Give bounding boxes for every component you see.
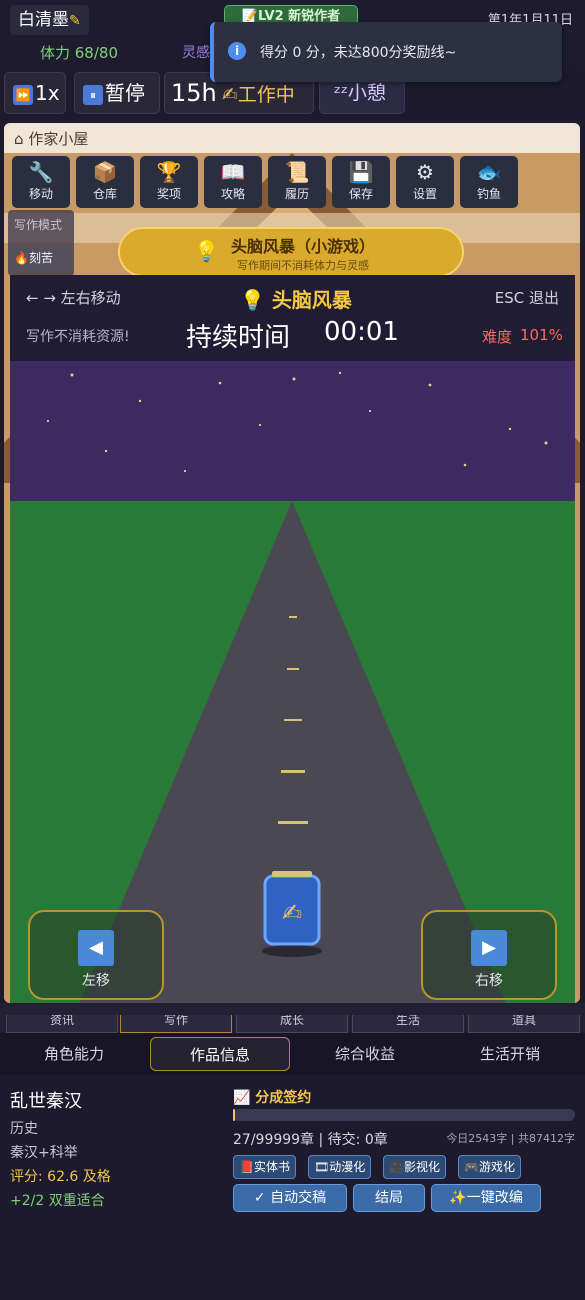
duration-value: 00:01 (324, 317, 399, 347)
difficulty-value: 101% (520, 326, 563, 344)
tool-fishing-button[interactable]: 🐟 钓鱼 (460, 156, 518, 208)
novel-score: 评分: 62.6 及格 (10, 1169, 111, 1185)
adapt-print-button[interactable]: 📕实体书 (233, 1155, 296, 1179)
house-title: ⌂ 作家小屋 (14, 130, 89, 148)
work-info-panel: 乱世秦汉 历史 秦汉+科举 评分: 62.6 及格 +2/2 双重适合 📈 分成… (0, 1075, 585, 1300)
trophy-icon: 🏆 (156, 160, 182, 184)
box-icon: 📦 (92, 160, 118, 184)
floppy-icon: 💾 (348, 160, 374, 184)
tool-label: 履历 (284, 187, 309, 201)
chapter-progress-fill (233, 1109, 236, 1121)
adapt-game-button[interactable]: 🎮游戏化 (458, 1155, 521, 1179)
player-name-text: 白清墨 (18, 10, 69, 30)
speed-button[interactable]: ⏩ 1x (4, 72, 66, 114)
tab-life[interactable]: 生活 (352, 1015, 464, 1033)
contract-type: 📈 分成签约 (233, 1090, 312, 1106)
tool-label: 奖项 (156, 187, 181, 201)
player-character: ✍ (263, 871, 321, 946)
minigame-title: 💡 头脑风暴 (240, 288, 352, 312)
pencil-icon[interactable]: ✎ (69, 13, 81, 29)
tool-label: 移动 (28, 187, 53, 201)
writing-mode-label: 写作模式 (14, 218, 63, 232)
tool-label: 仓库 (92, 187, 117, 201)
novel-genre: 历史 (10, 1121, 38, 1137)
chapter-count: 27/99999章 | 待交: 0章 (233, 1132, 388, 1148)
pause-icon: ⏸ (83, 84, 103, 105)
tool-label: 保存 (348, 187, 373, 201)
tool-guide-button[interactable]: 📖 攻略 (204, 156, 262, 208)
tool-label: 钓鱼 (476, 187, 501, 201)
novel-title: 乱世秦汉 (10, 1091, 82, 1112)
tab-items[interactable]: 道具 (468, 1015, 580, 1033)
tool-label: 设置 (412, 187, 437, 201)
writing-mode-box: 写作模式 🔥刻苦 (8, 210, 74, 276)
move-hint: ← → 左右移动 (26, 289, 121, 307)
tab-growth[interactable]: 成长 (236, 1015, 348, 1033)
exit-button[interactable]: ESC 退出 (495, 287, 559, 308)
fish-icon: 🐟 (476, 160, 502, 184)
tab-writing[interactable]: 写作 (120, 1015, 232, 1033)
speed-label: 1x (35, 81, 60, 105)
brainstorm-banner[interactable]: 💡 头脑风暴（小游戏） 写作期间不消耗体力与灵感 (118, 227, 464, 277)
sub-tabs: 角色能力 作品信息 综合收益 生活开销 (0, 1033, 585, 1075)
gear-icon: ⚙ (416, 160, 434, 184)
tool-resume-button[interactable]: 📜 履历 (268, 156, 326, 208)
tool-save-button[interactable]: 💾 保存 (332, 156, 390, 208)
novel-fit: +2/2 双重适合 (10, 1193, 105, 1209)
auto-submit-button[interactable]: ✓ 自动交稿 (233, 1184, 347, 1212)
tab-income[interactable]: 综合收益 (295, 1037, 435, 1071)
chapter-progress-bar (233, 1109, 575, 1121)
novel-tags: 秦汉+科举 (10, 1145, 78, 1161)
tab-expenses[interactable]: 生活开销 (440, 1037, 580, 1071)
info-icon: i (228, 42, 246, 60)
player-name[interactable]: 白清墨✎ (10, 5, 89, 35)
hours-remaining: 15h (171, 79, 217, 107)
scroll-icon: 📜 (284, 160, 310, 184)
move-left-label: 左移 (82, 973, 110, 989)
pause-button[interactable]: ⏸ 暂停 (74, 72, 160, 114)
house-title-bar: ⌂ 作家小屋 (4, 123, 580, 153)
book-icon: 📖 (220, 160, 246, 184)
no-cost-note: 写作不消耗资源! (26, 329, 130, 345)
tab-news[interactable]: 资讯 (6, 1015, 118, 1033)
brainstorm-subtitle: 写作期间不消耗体力与灵感 (237, 259, 369, 272)
score-toast: i 得分 0 分，未达800分奖励线~ (210, 22, 562, 82)
tool-warehouse-button[interactable]: 📦 仓库 (76, 156, 134, 208)
tool-label: 攻略 (220, 187, 245, 201)
minigame-header: ← → 左右移动 💡 头脑风暴 ESC 退出 写作不消耗资源! 持续时间 00:… (10, 275, 575, 361)
brainstorm-title: 头脑风暴（小游戏） (230, 237, 375, 256)
main-tabs: 资讯 写作 成长 生活 道具 (0, 1003, 585, 1033)
stamina-stat: 体力 68/80 (40, 44, 118, 62)
wrench-icon: 🔧 (28, 160, 54, 184)
left-arrow-icon: ◀ (78, 930, 114, 966)
duration-label: 持续时间 (186, 323, 291, 353)
ending-button[interactable]: 结局 (353, 1184, 425, 1212)
inspiration-stat: 灵感 (182, 45, 210, 61)
night-sky (10, 361, 575, 501)
tool-awards-button[interactable]: 🏆 奖项 (140, 156, 198, 208)
toast-message: 得分 0 分，未达800分奖励线~ (260, 45, 457, 61)
tool-move-button[interactable]: 🔧 移动 (12, 156, 70, 208)
pause-label: 暂停 (105, 81, 145, 105)
adapt-film-button[interactable]: 🎥影视化 (383, 1155, 446, 1179)
tab-work-info[interactable]: 作品信息 (150, 1037, 290, 1071)
move-right-button[interactable]: ▶ 右移 (421, 910, 557, 1000)
house-icon: ⌂ (14, 130, 24, 148)
fast-forward-icon: ⏩ (13, 84, 33, 105)
working-label: ✍工作中 (221, 84, 295, 106)
tool-settings-button[interactable]: ⚙ 设置 (396, 156, 454, 208)
move-left-button[interactable]: ◀ 左移 (28, 910, 164, 1000)
writing-hand-icon: ✍ (282, 899, 302, 927)
tab-character-ability[interactable]: 角色能力 (4, 1037, 144, 1071)
writing-mode-select[interactable]: 🔥刻苦 (10, 246, 72, 270)
word-count: 今日2543字 | 共87412字 (446, 1132, 575, 1145)
adapt-anime-button[interactable]: 🎞动漫化 (308, 1155, 372, 1179)
difficulty-label: 难度 (482, 328, 513, 346)
one-click-adapt-button[interactable]: ✨一键改编 (431, 1184, 541, 1212)
move-right-label: 右移 (475, 973, 503, 989)
right-arrow-icon: ▶ (471, 930, 507, 966)
